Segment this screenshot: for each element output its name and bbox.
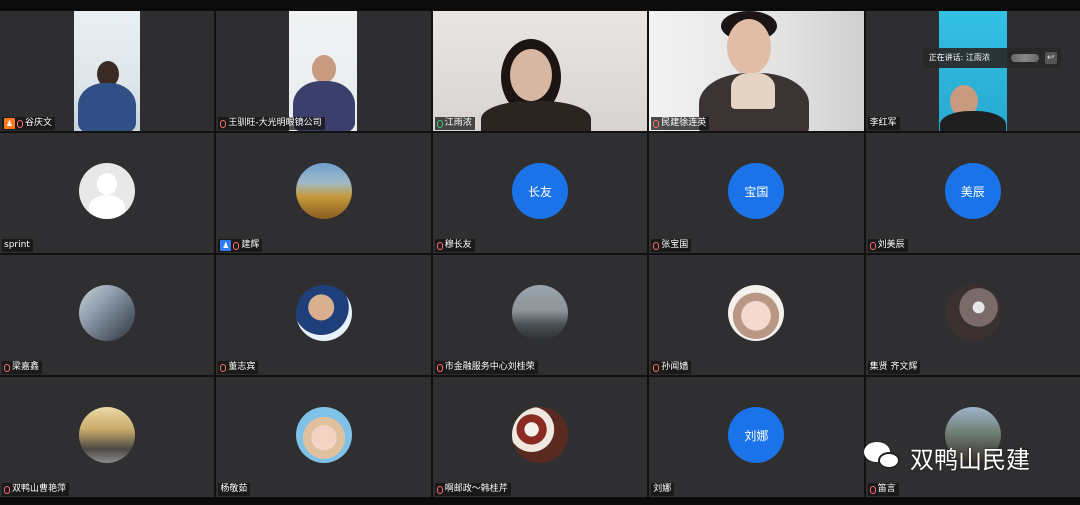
mic-muted-icon	[220, 363, 227, 372]
flower-photo-avatar	[944, 285, 1001, 341]
mic-muted-icon	[17, 119, 23, 128]
participant-tile[interactable]: sprint	[0, 133, 215, 253]
default-person-icon	[79, 163, 136, 219]
mic-muted-icon	[653, 363, 660, 372]
participant-name-label: 孙闻嫱	[651, 361, 692, 374]
host-icon: ♟	[4, 118, 15, 129]
people-photo-avatar	[79, 285, 136, 341]
mic-muted-icon	[436, 485, 443, 494]
participant-name-label: sprint	[2, 239, 33, 252]
mic-muted-icon	[436, 363, 443, 372]
participant-video	[649, 11, 864, 131]
mic-muted-icon	[4, 363, 10, 372]
window-bottom-bar	[0, 497, 1080, 505]
participant-tile[interactable]: 王驯旺-大光明眼镜公司	[216, 11, 431, 131]
participant-tile[interactable]: 市金融服务中心刘桂荣	[432, 255, 648, 375]
participant-name-label: 刘美辰	[867, 239, 908, 252]
wechat-watermark: 双鸭山民建	[864, 442, 1030, 474]
speaking-indicator: 正在讲话: 江雨浓 ↩	[922, 48, 1061, 68]
participant-tile[interactable]: 啊邮政～韩桂芹	[432, 377, 648, 497]
participant-name-label: 市金融服务中心刘桂荣	[434, 361, 538, 374]
participant-name-label: 王驯旺-大光明眼镜公司	[218, 117, 325, 130]
participant-tile[interactable]: ♟ 建辉	[216, 133, 431, 253]
initials-avatar: 美辰	[944, 163, 1001, 219]
participant-name-label: 李红军	[867, 117, 900, 130]
landscape-photo-avatar	[295, 163, 352, 219]
initials-avatar: 长友	[511, 163, 568, 219]
participant-tile[interactable]: 美辰 刘美辰	[865, 133, 1080, 253]
mic-muted-icon	[869, 241, 876, 250]
mic-muted-icon	[4, 485, 10, 494]
cartoon-photo-avatar	[728, 285, 785, 341]
mic-muted-icon	[653, 241, 660, 250]
participant-video	[432, 11, 648, 131]
participant-tile[interactable]: 刘娜 刘娜	[649, 377, 864, 497]
participant-tile[interactable]: 民建徐连英	[649, 11, 864, 131]
mountain-photo-avatar	[511, 285, 568, 341]
video-grid: ♟ 谷庆文 王驯旺-大光明眼镜公司 江雨浓 民建徐连英 正在讲话: 江雨浓 ↩ …	[0, 11, 1080, 497]
host-icon: ♟	[220, 240, 232, 251]
building-photo-avatar	[79, 407, 136, 463]
participant-name-label: 梁嘉鑫	[2, 361, 43, 374]
participant-name-label: 穆长友	[434, 239, 475, 252]
participant-name-label: 张宝国	[651, 239, 692, 252]
mic-muted-icon	[233, 241, 240, 250]
participant-name-label: 啊邮政～韩桂芹	[434, 483, 511, 496]
window-top-bar	[0, 0, 1080, 11]
initials-avatar: 刘娜	[728, 407, 785, 463]
participant-tile[interactable]: 长友 穆长友	[432, 133, 648, 253]
participant-tile[interactable]: 梁嘉鑫	[0, 255, 215, 375]
audio-level-icon	[1010, 54, 1039, 62]
participant-tile[interactable]: 笛言	[865, 377, 1080, 497]
food-photo-avatar	[511, 407, 568, 463]
mic-muted-icon	[436, 241, 443, 250]
participant-tile[interactable]: 双鸭山曹艳萍	[0, 377, 215, 497]
mic-muted-icon	[653, 119, 660, 128]
mic-muted-icon	[220, 119, 227, 128]
mic-muted-icon	[869, 485, 876, 494]
participant-tile[interactable]: ♟ 谷庆文	[0, 11, 215, 131]
mic-active-icon	[436, 119, 443, 128]
participant-tile[interactable]: 孙闻嫱	[649, 255, 864, 375]
participant-tile[interactable]: 董志宾	[216, 255, 431, 375]
doll-photo-avatar	[295, 407, 352, 463]
participant-tile[interactable]: 集贤 齐文辉	[865, 255, 1080, 375]
participant-tile[interactable]: 杨敬茹	[216, 377, 431, 497]
participant-name-label: ♟ 谷庆文	[2, 117, 56, 130]
participant-name-label: 民建徐连英	[651, 117, 710, 130]
participant-video	[216, 11, 431, 131]
watermark-text: 双鸭山民建	[910, 445, 1030, 474]
participant-video	[0, 11, 215, 131]
participant-name-label: 笛言	[867, 483, 899, 496]
initials-avatar: 宝国	[728, 163, 785, 219]
participant-tile[interactable]: 正在讲话: 江雨浓 ↩ 李红军	[865, 11, 1080, 131]
participant-name-label: 江雨浓	[434, 117, 475, 130]
participant-name-label: 刘娜	[651, 483, 675, 496]
participant-tile-active-speaker[interactable]: 江雨浓	[432, 11, 648, 131]
participant-name-label: 杨敬茹	[218, 483, 251, 496]
participant-name-label: 双鸭山曹艳萍	[2, 483, 70, 496]
participant-tile[interactable]: 宝国 张宝国	[649, 133, 864, 253]
participant-name-label: 董志宾	[218, 361, 259, 374]
participant-video	[865, 11, 1080, 131]
portrait-photo-avatar	[295, 285, 352, 341]
participant-name-label: ♟ 建辉	[218, 239, 263, 252]
wechat-icon	[864, 442, 904, 472]
participant-name-label: 集贤 齐文辉	[867, 361, 921, 374]
collapse-icon[interactable]: ↩	[1044, 52, 1057, 64]
